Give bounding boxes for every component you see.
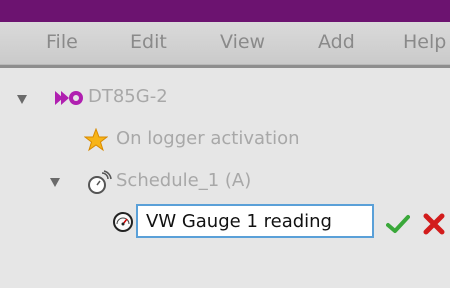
- menu-add[interactable]: Add: [318, 31, 355, 53]
- cross-icon[interactable]: [422, 212, 446, 236]
- stopwatch-icon: [86, 170, 112, 196]
- logger-icon: [53, 89, 85, 107]
- menu-file[interactable]: File: [46, 31, 78, 53]
- logger-label[interactable]: DT85G-2: [88, 86, 168, 107]
- star-icon: [83, 127, 109, 152]
- menu-bar: File Edit View Add Help: [0, 22, 450, 65]
- menu-edit[interactable]: Edit: [130, 31, 167, 53]
- schedule-label[interactable]: Schedule_1 (A): [116, 170, 251, 191]
- menu-help[interactable]: Help: [403, 31, 446, 53]
- menu-view[interactable]: View: [220, 31, 265, 53]
- window-titlebar: [0, 0, 450, 22]
- activation-label[interactable]: On logger activation: [116, 128, 300, 149]
- gauge-icon: [112, 211, 134, 233]
- expand-schedule-toggle[interactable]: [50, 178, 60, 187]
- channel-name-input[interactable]: [136, 204, 374, 238]
- program-tree: DT85G-2 On logger activation Schedule_1 …: [0, 68, 450, 288]
- checkmark-icon[interactable]: [386, 214, 410, 234]
- expand-logger-toggle[interactable]: [17, 95, 27, 104]
